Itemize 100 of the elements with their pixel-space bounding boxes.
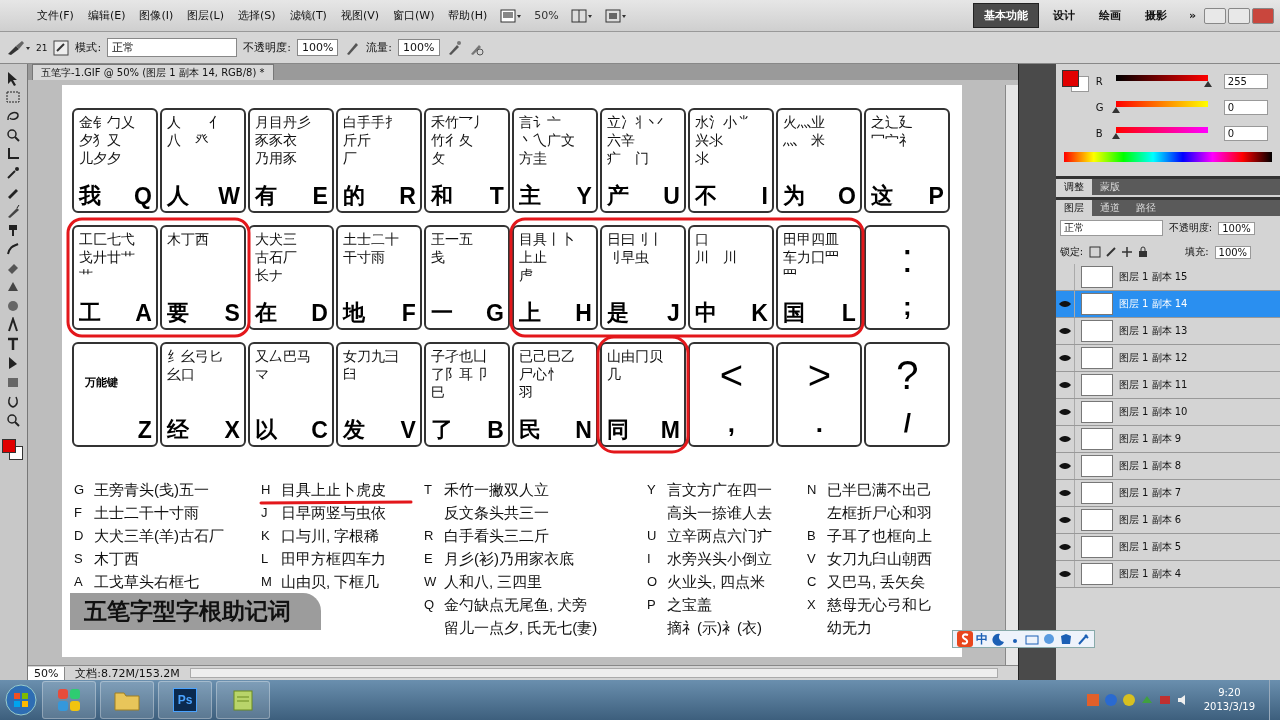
mnemonic-text: 田甲方框四车力 [280,549,386,569]
toolbar-icon[interactable] [1042,632,1056,646]
minimize-button[interactable] [1204,7,1226,24]
screen-layout-icon[interactable] [604,8,627,23]
color-spectrum-bar[interactable] [1063,152,1272,162]
zoom-level[interactable]: 50% [27,666,66,680]
channel-label: B [1095,127,1104,139]
menu-item[interactable]: 图层(L) [180,6,231,25]
tool-icon[interactable] [5,127,22,143]
brush-panel-icon[interactable] [53,39,70,56]
layer-row[interactable]: 图层 1 副本 5 [1055,534,1280,561]
eye-icon[interactable] [1058,408,1071,416]
tool-icon[interactable] [5,146,22,162]
eye-icon[interactable] [1058,489,1071,497]
start-button[interactable] [4,683,38,717]
slider-thumb[interactable] [1203,80,1212,87]
layer-row[interactable]: 图层 1 副本 4 [1055,561,1280,588]
mnemonic-key: V [806,547,827,570]
workspace-button[interactable]: 绘画 [1088,4,1131,27]
channel-value-field[interactable]: 0 [1223,125,1268,141]
menu-item[interactable]: 选择(S) [231,6,283,25]
zoom-dropdown[interactable]: 50% [528,7,565,24]
color-swatches-icon[interactable] [2,439,25,461]
eye-icon[interactable] [1058,462,1071,470]
menu-item[interactable]: 视图(V) [333,6,386,25]
layer-row[interactable]: 图层 1 副本 13 [1055,318,1280,345]
eye-icon[interactable] [1058,381,1071,389]
arrange-icon[interactable] [570,8,593,23]
radical-text: 王一五 [430,230,474,248]
slider-thumb[interactable] [1111,132,1120,139]
panel-tab[interactable]: 蒙版 [1091,179,1128,195]
panel-tab[interactable]: 路径 [1127,200,1164,216]
maximize-button[interactable] [1228,7,1250,24]
color-swatches-icon[interactable] [1061,70,1090,92]
radical-text: 冖宀礻 [870,131,914,149]
eye-icon[interactable] [1058,300,1071,308]
panel-tab[interactable]: 通道 [1091,200,1128,216]
flow-field[interactable]: 100% [398,39,440,56]
layer-row[interactable]: 图层 1 副本 8 [1055,453,1280,480]
toolbar-icon[interactable] [991,632,1005,646]
screen-mode-icon[interactable] [500,8,523,23]
layer-row[interactable]: 图层 1 副本 6 [1055,507,1280,534]
menu-item[interactable]: 编辑(E) [80,6,133,25]
layer-row[interactable]: 图层 1 副本 11 [1055,372,1280,399]
menu-item[interactable]: 窗口(W) [386,6,442,25]
close-button[interactable] [1252,7,1274,24]
workspace-button[interactable]: 摄影 [1134,4,1177,27]
panel-tab[interactable]: 调整 [1055,179,1092,195]
lock-option-icon[interactable] [1137,246,1150,258]
workspace-button[interactable]: 设计 [1042,4,1085,27]
menu-item[interactable]: 滤镜(T) [282,6,334,25]
key-letter: E [312,183,328,209]
lock-option-icon[interactable] [1105,246,1118,258]
mnemonic-key: H [260,478,281,501]
toolbar-icon[interactable] [1059,632,1073,646]
taskbar-app-button[interactable] [216,681,270,719]
menu-item[interactable]: 图像(I) [132,6,181,25]
radical-text: 豕豕衣 [254,131,298,149]
lock-option-icon[interactable] [1089,246,1102,258]
layer-row[interactable]: 图层 1 副本 15 [1055,264,1280,291]
tray-icon[interactable] [1121,693,1136,707]
clock[interactable]: 9:20 2013/3/19 [1203,686,1255,714]
brush-icon[interactable] [6,39,30,56]
eye-icon[interactable] [1058,543,1071,551]
menu-item[interactable]: 帮助(H) [441,6,495,25]
lock-option-icon[interactable] [1121,246,1134,258]
blend-mode-dropdown[interactable]: 正常 [1059,220,1163,236]
channel-value-field[interactable]: 255 [1223,73,1268,89]
key-symbol: . [815,407,823,438]
taskbar-app-button[interactable] [100,681,154,719]
panel-tab[interactable]: 图层 [1055,200,1092,216]
taskbar-app-button[interactable]: Ps [158,681,212,719]
key-letter: V [400,417,416,443]
channel-value-field[interactable]: 0 [1223,99,1268,115]
mnemonic-text: 左框折尸心和羽 [826,503,932,523]
more-workspaces-button[interactable]: » [1180,7,1204,24]
menu-item[interactable]: 文件(F) [30,6,81,25]
opacity-field[interactable]: 100% [1218,221,1255,235]
layer-row[interactable]: 图层 1 副本 7 [1055,480,1280,507]
eye-icon[interactable] [1058,570,1071,578]
layer-name: 图层 1 副本 15 [1118,270,1188,284]
input-mode-toggle[interactable]: 中 [976,630,988,648]
mode-dropdown[interactable]: 正常 [107,38,238,57]
fill-field[interactable]: 100% [1214,245,1252,259]
layer-row[interactable]: 图层 1 副本 12 [1055,345,1280,372]
eye-icon[interactable] [1058,354,1071,362]
opacity-field[interactable]: 100% [296,39,339,56]
tool-icon[interactable] [5,412,22,428]
tool-icon[interactable] [5,165,22,181]
layer-row[interactable]: 图层 1 副本 9 [1055,426,1280,453]
slider-thumb[interactable] [1111,106,1120,113]
eye-icon[interactable] [1058,327,1071,335]
workspace-button[interactable]: 基本功能 [972,3,1039,28]
eye-icon[interactable] [1058,516,1071,524]
layer-row[interactable]: 图层 1 副本 10 [1055,399,1280,426]
toolbar-icon[interactable] [1076,632,1090,646]
brush-size[interactable]: 21 [36,42,48,53]
photoshop-icon: Ps [173,688,197,712]
taskbar-app-button[interactable] [42,681,96,719]
eye-icon[interactable] [1058,435,1071,443]
